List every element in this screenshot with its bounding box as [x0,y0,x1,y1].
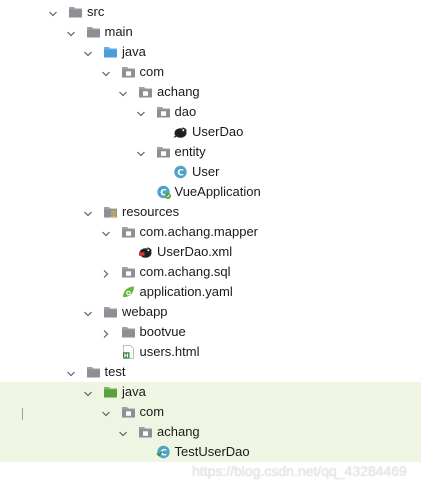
tree-row[interactable]: bootvue [0,322,421,342]
tree-item-label: bootvue [139,324,186,339]
tree-item-label: achang [157,424,200,439]
package-icon [138,85,153,99]
tree-row[interactable]: dao [0,102,421,122]
tree-item-label: UserDao [192,124,244,139]
chevron-down-icon[interactable] [136,107,146,117]
watermark: https://blog.csdn.net/qq_43284469 [192,463,407,479]
chevron-down-icon[interactable] [83,47,93,57]
chevron-right-icon[interactable] [101,267,111,278]
tree-item-label: TestUserDao [174,444,250,459]
package-icon [121,265,136,279]
package-icon [138,425,153,439]
tree-row[interactable]: src [0,2,421,22]
tree-row[interactable]: com.achang.mapper [0,222,421,242]
tree-row[interactable]: C TestUserDao [0,442,421,462]
folder-resources-icon [103,205,118,219]
folder-plain-icon [86,25,101,39]
chevron-right-icon[interactable] [101,327,111,338]
tree-row[interactable]: C VueApplication [0,182,421,202]
scroll-gutter-marker [22,408,23,420]
folder-source-icon [103,45,118,59]
folder-plain-icon [68,5,83,19]
tree-row[interactable]: main [0,22,421,42]
tree-item-label: src [87,4,105,19]
tree-row[interactable]: application.yaml [0,282,421,302]
package-icon [156,145,171,159]
tree-row[interactable]: achang [0,82,421,102]
tree-item-label: java [122,384,146,399]
folder-test-icon [103,385,118,399]
chevron-down-icon[interactable] [101,67,111,77]
java-test-class-icon: C [155,445,171,459]
tree-item-label: VueApplication [174,184,261,199]
package-icon [121,405,136,419]
chevron-down-icon[interactable] [101,227,111,237]
tree-item-label: com.achang.sql [139,264,231,279]
tree-row[interactable]: achang [0,422,421,442]
tree-item-label: com [139,404,165,419]
tree-row[interactable]: java [0,382,421,402]
tree-row[interactable]: resources [0,202,421,222]
svg-text:C: C [177,168,184,178]
tree-row[interactable]: test [0,362,421,382]
tree-row[interactable]: Husers.html [0,342,421,362]
spring-yaml-icon [121,285,136,299]
tree-item-label: webapp [122,304,168,319]
tree-item-label: main [104,24,133,39]
tree-row[interactable]: webapp [0,302,421,322]
chevron-down-icon[interactable] [118,427,128,437]
folder-plain-icon [103,305,118,319]
folder-plain-icon [86,365,101,379]
tree-item-label: application.yaml [139,284,233,299]
chevron-down-icon[interactable] [83,207,93,217]
tree-item-label: users.html [139,344,200,359]
svg-text:H: H [123,354,128,360]
tree-item-label: achang [157,84,200,99]
tree-item-label: User [192,164,220,179]
tree-row[interactable]: UserDao.xml [0,242,421,262]
tree-row[interactable]: com.achang.sql [0,262,421,282]
package-icon [156,105,171,119]
tree-row[interactable]: java [0,42,421,62]
chevron-down-icon[interactable] [66,27,76,37]
project-tree-panel: src main java com achang dao UserDao entity C Use… [0,0,421,489]
tree-item-label: UserDao.xml [157,244,233,259]
chevron-down-icon[interactable] [83,387,93,397]
tree-row[interactable]: UserDao [0,122,421,142]
package-icon [121,65,136,79]
mybatis-xml-icon [138,245,153,259]
mybatis-bird-icon [173,125,188,139]
tree-row[interactable]: com [0,402,421,422]
chevron-down-icon[interactable] [101,407,111,417]
html-file-icon: H [121,345,136,360]
tree-item-label: test [104,364,126,379]
tree-row[interactable]: com [0,62,421,82]
tree-item-label: com.achang.mapper [139,224,259,239]
tree-row[interactable]: C User [0,162,421,182]
java-class-icon: C [173,165,188,179]
package-icon [121,225,136,239]
tree-item-label: entity [174,144,206,159]
chevron-down-icon[interactable] [118,87,128,97]
tree-item-label: resources [122,204,180,219]
chevron-down-icon[interactable] [66,367,76,377]
chevron-down-icon[interactable] [83,307,93,317]
spring-boot-class-icon: C [156,185,171,199]
tree-item-label: com [139,64,165,79]
tree-item-label: dao [174,104,197,119]
tree-row[interactable]: entity [0,142,421,162]
folder-plain-icon [121,325,136,339]
tree-item-label: java [122,44,146,59]
chevron-down-icon[interactable] [136,147,146,157]
chevron-down-icon[interactable] [48,7,58,17]
